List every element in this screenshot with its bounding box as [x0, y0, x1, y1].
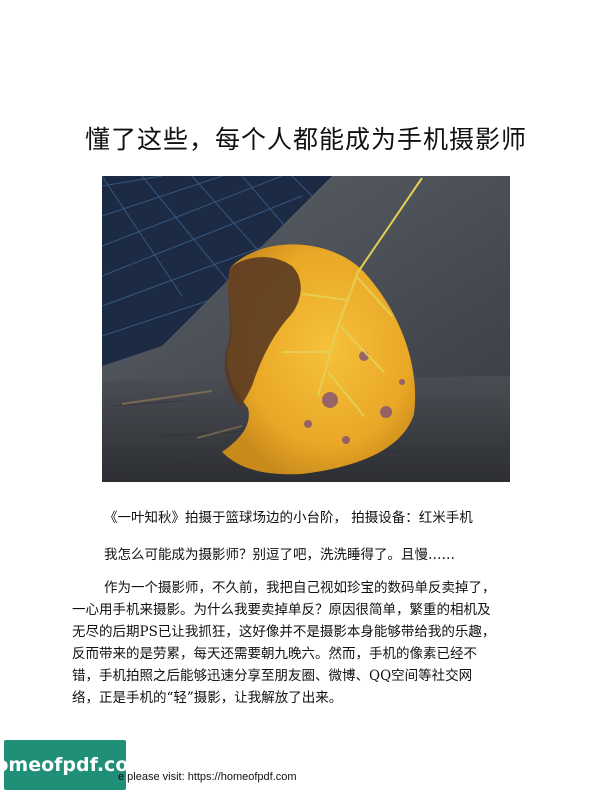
paragraph-2: 作为一个摄影师，不久前，我把自己视如珍宝的数码单反卖掉了， 一心用手机来摄影。为…: [72, 577, 542, 709]
watermark-badge[interactable]: homeofpdf.com: [0, 740, 148, 790]
paragraph-2-line: 错，手机拍照之后能够迅速分享至朋友圈、微博、QQ空间等社交网: [72, 668, 473, 684]
photo-caption: 《一叶知秋》拍摄于篮球场边的小台阶， 拍摄设备：红米手机: [104, 510, 473, 526]
paragraph-2-line: 无尽的后期PS已让我抓狂，这好像并不是摄影本身能够带给我的乐趣，: [72, 624, 496, 640]
document-title: 懂了这些，每个人都能成为手机摄影师: [84, 125, 527, 154]
leaf-photo: [102, 176, 510, 482]
paragraph-2-line: 络，正是手机的“轻”摄影，让我解放了出来。: [72, 690, 343, 706]
watermark-footer[interactable]: e please visit: https://homeofpdf.com: [118, 771, 297, 783]
paragraph-2-line: 一心用手机来摄影。为什么我要卖掉单反？原因很简单，繁重的相机及: [72, 602, 491, 618]
paragraph-2-line: 反而带来的是劳累，每天还需要朝九晚六。然而，手机的像素已经不: [72, 646, 477, 662]
paragraph-1: 我怎么可能成为摄影师？别逗了吧，洗洗睡得了。且慢……: [104, 547, 455, 563]
paragraph-2-line: 作为一个摄影师，不久前，我把自己视如珍宝的数码单反卖掉了，: [104, 580, 496, 596]
